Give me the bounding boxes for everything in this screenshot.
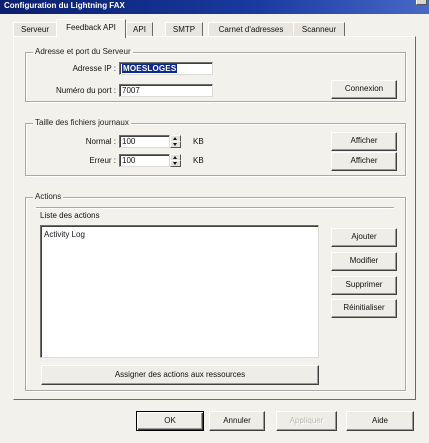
normal-unit: KB: [193, 137, 204, 146]
add-action-button[interactable]: Ajouter: [331, 228, 397, 247]
modify-action-button[interactable]: Modifier: [331, 252, 397, 271]
apply-button[interactable]: Appliquer: [276, 411, 337, 431]
ip-address-value: MOESLOGES: [122, 64, 178, 73]
normal-size-stepper[interactable]: [170, 135, 181, 148]
ok-button[interactable]: OK: [136, 411, 204, 431]
tab-carnet-adresses[interactable]: Carnet d'adresses: [208, 22, 294, 37]
tab-scanneur[interactable]: Scanneur: [293, 22, 345, 37]
port-field[interactable]: 7007: [119, 84, 213, 97]
error-size-field[interactable]: 100: [119, 154, 170, 167]
reset-actions-button[interactable]: Réinitialiser: [331, 299, 397, 318]
error-label: Erreur :: [89, 156, 116, 165]
port-label: Numéro du port :: [55, 86, 116, 95]
tab-feedback-api[interactable]: Feedback API: [56, 19, 126, 38]
actions-list[interactable]: Activity Log: [40, 225, 319, 358]
ip-label: Adresse IP :: [72, 64, 116, 73]
actions-separator: [36, 207, 394, 209]
ip-address-field[interactable]: MOESLOGES: [119, 62, 213, 75]
spin-down-icon[interactable]: [170, 160, 181, 167]
show-error-log-button[interactable]: Afficher: [331, 152, 397, 171]
show-normal-log-button[interactable]: Afficher: [331, 132, 397, 151]
config-dialog: Configuration du Lightning FAX Serveur F…: [0, 0, 429, 443]
actions-group-title: Actions: [33, 192, 64, 201]
title-bar: Configuration du Lightning FAX: [0, 0, 429, 14]
normal-size-field[interactable]: 100: [119, 135, 170, 148]
window-title: Configuration du Lightning FAX: [4, 1, 125, 10]
tab-api[interactable]: API: [126, 22, 153, 37]
list-item[interactable]: Activity Log: [44, 230, 85, 240]
assign-actions-button[interactable]: Assigner des actions aux ressources: [41, 365, 319, 385]
tab-serveur[interactable]: Serveur: [13, 22, 57, 37]
tab-smtp[interactable]: SMTP: [165, 22, 203, 37]
error-unit: KB: [193, 156, 204, 165]
actions-list-label: Liste des actions: [40, 211, 100, 220]
help-button[interactable]: Aide: [346, 411, 414, 431]
error-size-stepper[interactable]: [170, 154, 181, 167]
delete-action-button[interactable]: Supprimer: [331, 276, 397, 295]
spin-down-icon[interactable]: [170, 141, 181, 148]
normal-label: Normal :: [85, 137, 116, 146]
cancel-button[interactable]: Annuler: [209, 411, 265, 431]
close-icon[interactable]: [416, 0, 427, 5]
log-size-group-title: Taille des fichiers journaux: [33, 118, 131, 127]
server-group-title: Adresse et port du Serveur: [33, 47, 133, 56]
connect-button[interactable]: Connexion: [331, 80, 397, 99]
